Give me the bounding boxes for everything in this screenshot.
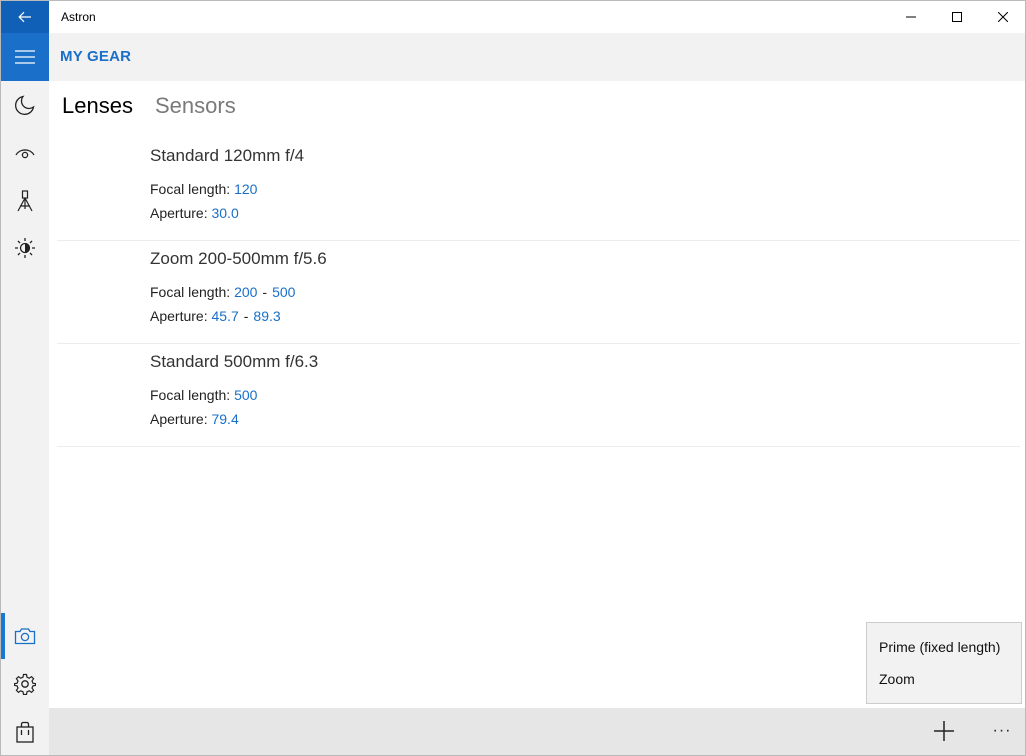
back-arrow-icon bbox=[18, 11, 31, 23]
aperture-row: Aperture: 79.4 bbox=[150, 411, 239, 427]
add-lens-menu: Prime (fixed length) Zoom bbox=[866, 622, 1022, 704]
app-window: Astron MY GEAR Lenses Sensors Standard 1… bbox=[0, 0, 1026, 756]
telescope-icon bbox=[17, 190, 33, 212]
title-bar: Astron bbox=[1, 1, 1025, 33]
tab-lenses[interactable]: Lenses bbox=[62, 93, 133, 119]
hamburger-icon bbox=[15, 50, 35, 64]
aperture-value: 79.4 bbox=[211, 411, 239, 427]
tab-sensors[interactable]: Sensors bbox=[155, 93, 236, 119]
aperture-label: Aperture: bbox=[150, 308, 208, 324]
lens-name: Standard 500mm f/6.3 bbox=[150, 352, 319, 371]
shopping-bag-icon bbox=[16, 721, 34, 743]
focal-length-label: Focal length: bbox=[150, 387, 231, 403]
focal-length-min: 200 bbox=[234, 284, 258, 300]
page-header: MY GEAR bbox=[49, 33, 1025, 81]
focal-length-row: Focal length: 500 bbox=[150, 387, 257, 403]
aperture-value: 30.0 bbox=[211, 205, 239, 221]
eye-icon bbox=[15, 149, 35, 159]
focal-length-row: Focal length: 200-500 bbox=[150, 284, 295, 300]
maximize-icon bbox=[952, 12, 962, 22]
lens-name: Zoom 200-500mm f/5.6 bbox=[150, 249, 327, 268]
add-button[interactable] bbox=[927, 714, 961, 748]
aperture-label: Aperture: bbox=[150, 205, 208, 221]
gear-icon bbox=[14, 673, 36, 695]
rail-item-eye[interactable] bbox=[1, 129, 49, 175]
aperture-row: Aperture: 45.7-89.3 bbox=[150, 308, 281, 324]
rail-item-store[interactable] bbox=[1, 709, 49, 755]
nav-rail bbox=[1, 33, 49, 755]
command-bar: ··· bbox=[49, 708, 1025, 755]
focal-length-value: 120 bbox=[234, 181, 258, 197]
maximize-button[interactable] bbox=[934, 1, 980, 33]
hamburger-button[interactable] bbox=[1, 33, 49, 81]
focal-length-row: Focal length: 120 bbox=[150, 181, 257, 197]
minimize-button[interactable] bbox=[888, 1, 934, 33]
range-separator: - bbox=[243, 308, 249, 324]
aperture-min: 45.7 bbox=[211, 308, 239, 324]
menu-item-zoom[interactable]: Zoom bbox=[879, 671, 915, 687]
back-button[interactable] bbox=[1, 1, 49, 33]
moon-icon bbox=[15, 95, 35, 115]
close-icon bbox=[998, 12, 1008, 22]
aperture-row: Aperture: 30.0 bbox=[150, 205, 239, 221]
app-title: Astron bbox=[61, 10, 96, 24]
close-button[interactable] bbox=[980, 1, 1025, 33]
menu-item-prime[interactable]: Prime (fixed length) bbox=[879, 639, 1000, 655]
sun-icon bbox=[15, 238, 35, 258]
more-button[interactable]: ··· bbox=[985, 714, 1019, 748]
plus-icon bbox=[934, 721, 954, 741]
lens-name: Standard 120mm f/4 bbox=[150, 146, 305, 165]
focal-length-value: 500 bbox=[234, 387, 258, 403]
page-title: MY GEAR bbox=[60, 48, 132, 65]
aperture-label: Aperture: bbox=[150, 411, 208, 427]
range-separator: - bbox=[262, 284, 268, 300]
rail-item-telescope[interactable] bbox=[1, 178, 49, 224]
list-item[interactable]: Zoom 200-500mm f/5.6 Focal length: 200-5… bbox=[57, 241, 1020, 344]
rail-item-camera[interactable] bbox=[1, 613, 49, 659]
camera-icon bbox=[14, 628, 36, 645]
minimize-icon bbox=[906, 16, 916, 18]
rail-item-moon[interactable] bbox=[1, 82, 49, 128]
focal-length-label: Focal length: bbox=[150, 181, 231, 197]
list-item[interactable]: Standard 120mm f/4 Focal length: 120 Ape… bbox=[57, 138, 1020, 241]
focal-length-label: Focal length: bbox=[150, 284, 231, 300]
rail-item-settings[interactable] bbox=[1, 661, 49, 707]
list-item[interactable]: Standard 500mm f/6.3 Focal length: 500 A… bbox=[57, 344, 1020, 447]
aperture-max: 89.3 bbox=[253, 308, 281, 324]
rail-item-sun[interactable] bbox=[1, 225, 49, 271]
focal-length-max: 500 bbox=[272, 284, 296, 300]
